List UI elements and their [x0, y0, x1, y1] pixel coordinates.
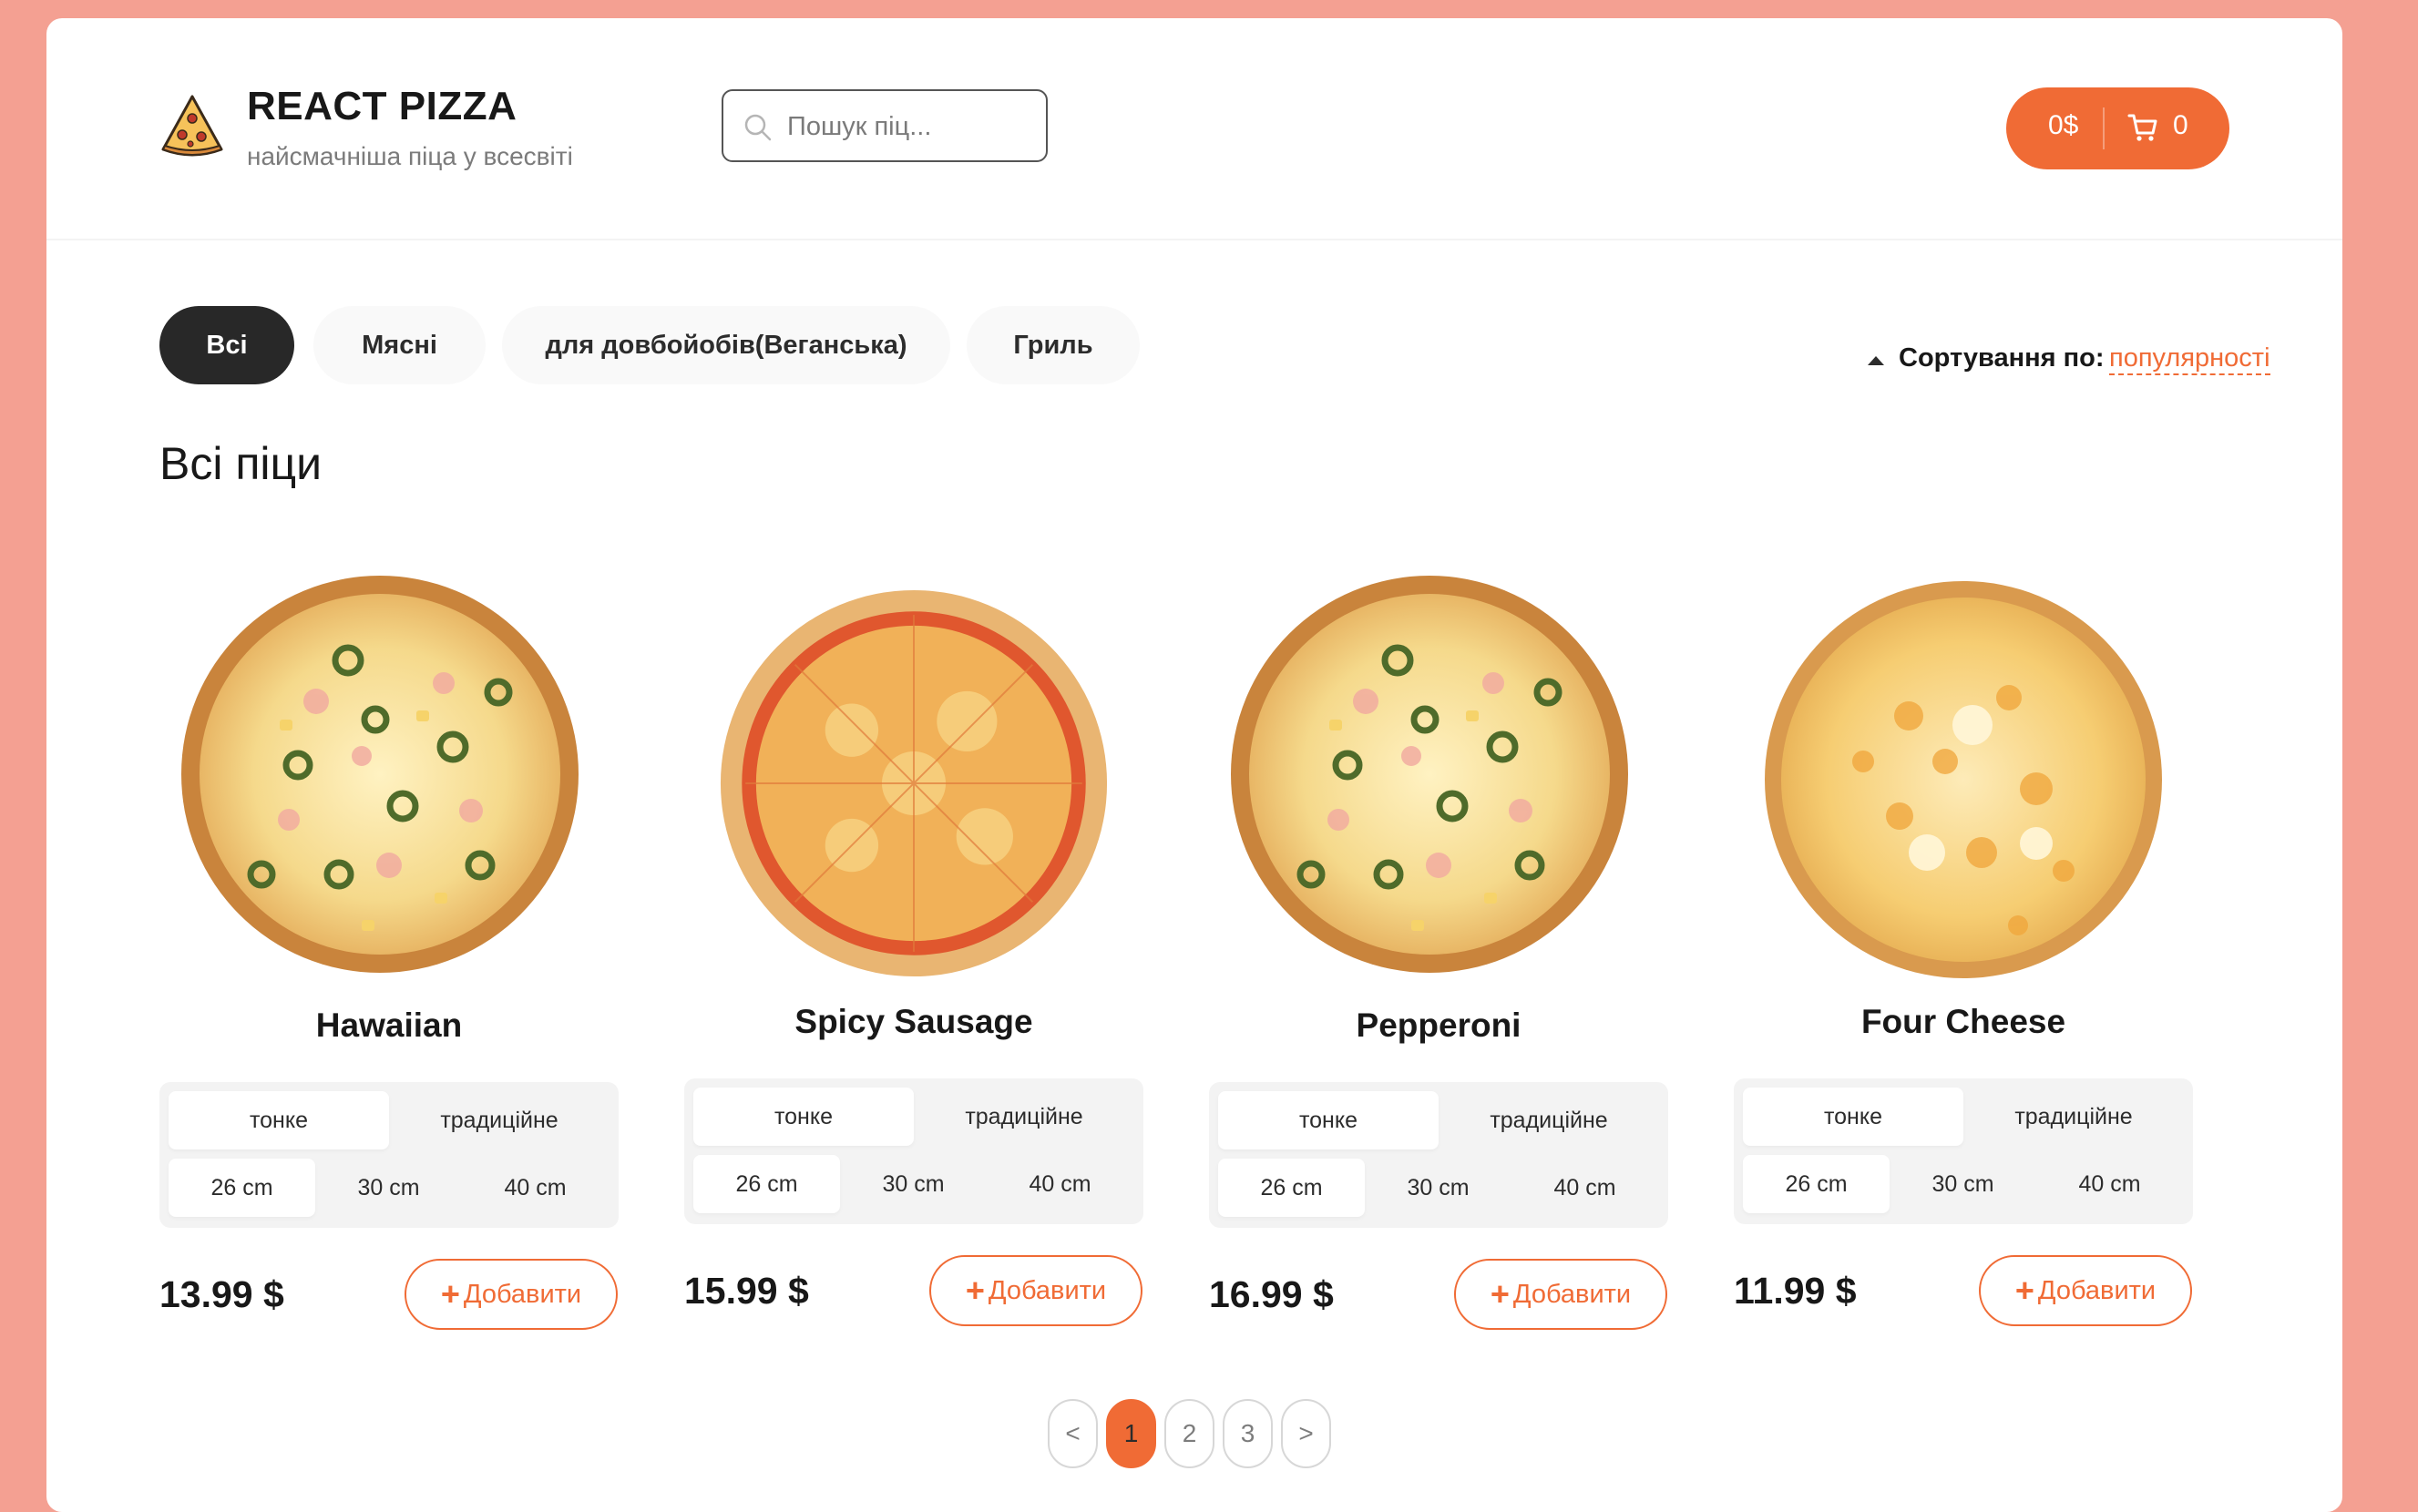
plus-icon: + — [440, 1275, 460, 1313]
size-26-option[interactable]: 26 cm — [1218, 1159, 1365, 1217]
size-40-option[interactable]: 40 cm — [987, 1155, 1133, 1213]
category-vegan[interactable]: для довбойобів(Веганська) — [502, 306, 950, 384]
pagination-page-1[interactable]: 1 — [1106, 1399, 1156, 1468]
dough-traditional-option[interactable]: традиційне — [389, 1091, 610, 1149]
size-40-option[interactable]: 40 cm — [2036, 1155, 2183, 1213]
pagination-prev-button[interactable]: < — [1048, 1399, 1098, 1468]
cart-total: 0$ — [2048, 110, 2079, 140]
pizza-price: 11.99 $ — [1734, 1270, 1857, 1312]
category-all[interactable]: Всі — [159, 306, 294, 384]
pizza-options: тонке традиційне 26 cm 30 cm 40 cm — [1209, 1082, 1668, 1228]
add-to-cart-button[interactable]: + Добавити — [1979, 1255, 2192, 1326]
size-26-option[interactable]: 26 cm — [169, 1159, 315, 1217]
cart-button[interactable]: 0$ 0 — [2006, 87, 2229, 169]
pizza-card: Hawaiian тонке традиційне 26 cm 30 cm 40… — [159, 556, 619, 1339]
category-grill[interactable]: Гриль — [967, 306, 1140, 384]
dough-thin-option[interactable]: тонке — [1218, 1091, 1439, 1149]
header: REACT PIZZA найсмачніша піца у всесвіті … — [46, 18, 2342, 240]
size-30-option[interactable]: 30 cm — [840, 1155, 987, 1213]
dough-traditional-option[interactable]: традиційне — [914, 1088, 1134, 1146]
sort-label: Сортування по: — [1899, 343, 2105, 373]
search-box[interactable] — [722, 89, 1048, 162]
pagination-next-button[interactable]: > — [1281, 1399, 1331, 1468]
dough-traditional-option[interactable]: традиційне — [1439, 1091, 1659, 1149]
dough-thin-option[interactable]: тонке — [169, 1091, 389, 1149]
pizza-price: 13.99 $ — [159, 1273, 284, 1315]
add-button-label: Добавити — [463, 1279, 582, 1309]
sort-arrow-icon[interactable] — [1868, 356, 1884, 365]
pagination-page-3[interactable]: 3 — [1223, 1399, 1273, 1468]
dough-thin-option[interactable]: тонке — [1743, 1088, 1963, 1146]
size-40-option[interactable]: 40 cm — [462, 1159, 609, 1217]
category-meat[interactable]: Мясні — [313, 306, 486, 384]
app-container: REACT PIZZA найсмачніша піца у всесвіті … — [46, 18, 2342, 1512]
search-icon — [744, 114, 772, 141]
pizza-card: Spicy Sausage тонке традиційне 26 cm 30 … — [684, 552, 1143, 1335]
pizza-image — [1765, 581, 2162, 978]
add-to-cart-button[interactable]: + Добавити — [1454, 1259, 1667, 1330]
pizza-name: Spicy Sausage — [794, 1003, 1033, 1040]
pizza-image — [181, 576, 579, 973]
pizza-name: Four Cheese — [1860, 1003, 2066, 1040]
pizza-card: Pepperoni тонке традиційне 26 cm 30 cm 4… — [1209, 556, 1668, 1339]
sort-dropdown[interactable]: популярності — [2109, 343, 2270, 375]
brand-subtitle: найсмачніша піца у всесвіті — [247, 142, 573, 170]
pizza-price: 16.99 $ — [1209, 1273, 1334, 1315]
cart-icon — [2127, 114, 2157, 141]
page-title: Всі піци — [159, 438, 323, 489]
search-input[interactable] — [785, 102, 1035, 151]
pizza-options: тонке традиційне 26 cm 30 cm 40 cm — [684, 1078, 1143, 1224]
size-26-option[interactable]: 26 cm — [1743, 1155, 1890, 1213]
add-to-cart-button[interactable]: + Добавити — [405, 1259, 618, 1330]
add-to-cart-button[interactable]: + Добавити — [929, 1255, 1142, 1326]
plus-icon: + — [2014, 1272, 2034, 1309]
cart-count: 0 — [2173, 110, 2188, 140]
pizza-name: Hawaiian — [315, 1006, 463, 1044]
add-button-label: Добавити — [988, 1275, 1107, 1305]
pizza-price: 15.99 $ — [684, 1270, 809, 1312]
pizza-image — [720, 589, 1108, 977]
size-26-option[interactable]: 26 cm — [693, 1155, 840, 1213]
dough-traditional-option[interactable]: традиційне — [1963, 1088, 2184, 1146]
size-30-option[interactable]: 30 cm — [1890, 1155, 2036, 1213]
pizza-options: тонке традиційне 26 cm 30 cm 40 cm — [159, 1082, 619, 1228]
pizza-options: тонке традиційне 26 cm 30 cm 40 cm — [1734, 1078, 2193, 1224]
pizza-slice-icon — [161, 95, 223, 157]
size-30-option[interactable]: 30 cm — [315, 1159, 462, 1217]
pagination-page-2[interactable]: 2 — [1164, 1399, 1214, 1468]
cart-divider — [2103, 107, 2105, 149]
size-40-option[interactable]: 40 cm — [1511, 1159, 1658, 1217]
dough-thin-option[interactable]: тонке — [693, 1088, 914, 1146]
pizza-name: Pepperoni — [1356, 1006, 1521, 1044]
add-button-label: Добавити — [1512, 1279, 1632, 1309]
pizza-card: Four Cheese тонке традиційне 26 cm 30 cm… — [1734, 552, 2193, 1335]
size-30-option[interactable]: 30 cm — [1365, 1159, 1511, 1217]
brand-title[interactable]: REACT PIZZA — [247, 84, 517, 129]
plus-icon: + — [1490, 1275, 1510, 1313]
add-button-label: Добавити — [2037, 1275, 2157, 1305]
plus-icon: + — [965, 1272, 985, 1309]
pizza-image — [1231, 576, 1628, 973]
